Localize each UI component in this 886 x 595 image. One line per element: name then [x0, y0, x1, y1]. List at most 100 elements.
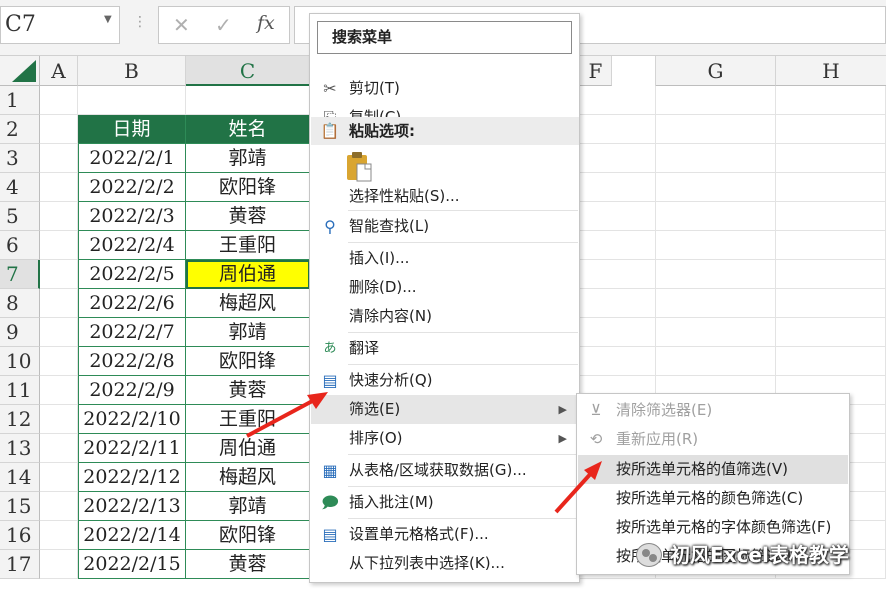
- menu-item-get-data[interactable]: ▦ 从表格/区域获取数据(G)...: [311, 456, 579, 485]
- grid-cell[interactable]: [40, 347, 78, 376]
- menu-item-clear-contents[interactable]: 清除内容(N): [311, 302, 579, 331]
- grid-cell[interactable]: [776, 173, 886, 202]
- table-cell-date[interactable]: 2022/2/2: [78, 173, 186, 202]
- table-cell-name[interactable]: 梅超风: [186, 463, 310, 492]
- table-cell-name[interactable]: 王重阳: [186, 405, 310, 434]
- row-header-2[interactable]: 2: [0, 115, 40, 144]
- grid-cell[interactable]: [40, 173, 78, 202]
- grid-cell[interactable]: [40, 376, 78, 405]
- menu-item-sort[interactable]: 排序(O) ▶: [311, 424, 579, 453]
- grid-cell[interactable]: [40, 318, 78, 347]
- grid-cell[interactable]: [580, 260, 656, 289]
- table-cell-date[interactable]: 2022/2/14: [78, 521, 186, 550]
- grid-cell[interactable]: [656, 115, 776, 144]
- grid-cell[interactable]: [580, 115, 656, 144]
- grid-cell[interactable]: [776, 260, 886, 289]
- grid-cell[interactable]: [40, 231, 78, 260]
- menu-item-delete[interactable]: 删除(D)...: [311, 273, 579, 302]
- row-header-5[interactable]: 5: [0, 202, 40, 231]
- grid-cell[interactable]: [776, 86, 886, 115]
- menu-search-input[interactable]: 搜索菜单: [317, 21, 572, 54]
- table-cell-name[interactable]: 黄蓉: [186, 550, 310, 579]
- grid-cell[interactable]: [656, 289, 776, 318]
- table-header-name[interactable]: 姓名: [186, 115, 310, 144]
- row-header-16[interactable]: 16: [0, 521, 40, 550]
- table-cell-name[interactable]: 黄蓉: [186, 202, 310, 231]
- grid-cell[interactable]: [656, 202, 776, 231]
- row-header-9[interactable]: 9: [0, 318, 40, 347]
- table-cell-name[interactable]: 周伯通: [186, 434, 310, 463]
- column-header-h[interactable]: H: [776, 56, 886, 86]
- menu-item-quick-analysis[interactable]: ▤ 快速分析(Q): [311, 366, 579, 395]
- grid-cell[interactable]: [40, 115, 78, 144]
- table-cell-name[interactable]: 郭靖: [186, 492, 310, 521]
- grid-cell[interactable]: [40, 521, 78, 550]
- grid-cell[interactable]: [776, 289, 886, 318]
- table-cell-date[interactable]: 2022/2/3: [78, 202, 186, 231]
- paste-clipboard-icon[interactable]: [346, 152, 372, 182]
- grid-cell[interactable]: [776, 115, 886, 144]
- submenu-item-clear-filter[interactable]: ⊻ 清除筛选器(E): [578, 396, 848, 425]
- row-header-12[interactable]: 12: [0, 405, 40, 434]
- table-cell-date[interactable]: 2022/2/15: [78, 550, 186, 579]
- column-header-c[interactable]: C: [186, 56, 310, 86]
- table-header-date[interactable]: 日期: [78, 115, 186, 144]
- table-cell-date[interactable]: 2022/2/11: [78, 434, 186, 463]
- grid-cell[interactable]: [776, 231, 886, 260]
- grid-cell[interactable]: [656, 144, 776, 173]
- row-header-14[interactable]: 14: [0, 463, 40, 492]
- menu-item-insert[interactable]: 插入(I)...: [311, 244, 579, 273]
- row-header-7[interactable]: 7: [0, 260, 40, 289]
- submenu-item-filter-by-color[interactable]: 按所选单元格的颜色筛选(C): [578, 484, 848, 513]
- column-header-g[interactable]: G: [656, 56, 776, 86]
- menu-item-smart-lookup[interactable]: ⚲ 智能查找(L): [311, 212, 579, 241]
- grid-cell[interactable]: [580, 231, 656, 260]
- table-cell-name[interactable]: 欧阳锋: [186, 173, 310, 202]
- table-cell-date[interactable]: 2022/2/1: [78, 144, 186, 173]
- chevron-down-icon[interactable]: ▼: [104, 14, 112, 25]
- row-header-11[interactable]: 11: [0, 376, 40, 405]
- table-cell-date[interactable]: 2022/2/13: [78, 492, 186, 521]
- column-header-b[interactable]: B: [78, 56, 186, 86]
- enter-icon[interactable]: ✓: [215, 13, 232, 37]
- grid-cell[interactable]: [40, 289, 78, 318]
- grid-cell[interactable]: [40, 86, 78, 115]
- table-cell-date[interactable]: 2022/2/5: [78, 260, 186, 289]
- table-cell-date[interactable]: 2022/2/4: [78, 231, 186, 260]
- grid-cell[interactable]: [78, 86, 186, 115]
- grid-cell[interactable]: [580, 173, 656, 202]
- menu-item-paste-special[interactable]: 选择性粘贴(S)...: [311, 182, 579, 211]
- table-cell-name[interactable]: 黄蓉: [186, 376, 310, 405]
- grid-cell[interactable]: [40, 492, 78, 521]
- table-cell-name[interactable]: 郭靖: [186, 144, 310, 173]
- table-cell-name[interactable]: 王重阳: [186, 231, 310, 260]
- cancel-icon[interactable]: ✕: [173, 13, 190, 37]
- menu-item-filter[interactable]: 筛选(E) ▶: [311, 395, 579, 424]
- grid-cell[interactable]: [40, 463, 78, 492]
- submenu-item-filter-by-value[interactable]: 按所选单元格的值筛选(V): [578, 455, 848, 484]
- row-header-13[interactable]: 13: [0, 434, 40, 463]
- grid-cell[interactable]: [580, 318, 656, 347]
- menu-item-translate[interactable]: あ 翻译: [311, 334, 579, 363]
- grid-cell[interactable]: [580, 289, 656, 318]
- grid-cell[interactable]: [580, 86, 656, 115]
- grid-cell[interactable]: [776, 202, 886, 231]
- grid-cell[interactable]: [40, 405, 78, 434]
- submenu-item-reapply[interactable]: ⟲ 重新应用(R): [578, 425, 848, 454]
- grid-cell[interactable]: [40, 434, 78, 463]
- table-cell-date[interactable]: 2022/2/8: [78, 347, 186, 376]
- grid-cell[interactable]: [40, 260, 78, 289]
- table-cell-date[interactable]: 2022/2/10: [78, 405, 186, 434]
- row-header-4[interactable]: 4: [0, 173, 40, 202]
- table-cell-name[interactable]: 欧阳锋: [186, 521, 310, 550]
- grid-cell[interactable]: [656, 86, 776, 115]
- grid-cell[interactable]: [656, 260, 776, 289]
- grid-cell[interactable]: [656, 347, 776, 376]
- menu-item-cut[interactable]: ✂ 剪切(T): [311, 74, 579, 103]
- grid-cell[interactable]: [656, 318, 776, 347]
- table-cell-name[interactable]: 欧阳锋: [186, 347, 310, 376]
- select-all-button[interactable]: [0, 56, 40, 86]
- menu-item-pick-from-list[interactable]: 从下拉列表中选择(K)...: [311, 549, 579, 578]
- column-header-a[interactable]: A: [40, 56, 78, 86]
- table-cell-name[interactable]: 梅超风: [186, 289, 310, 318]
